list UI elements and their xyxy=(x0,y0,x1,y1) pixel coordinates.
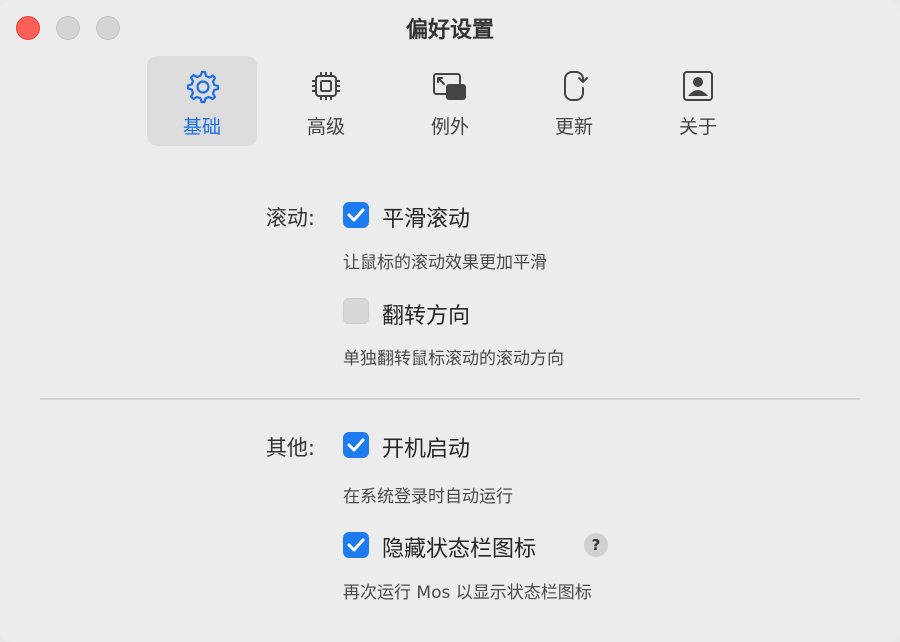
gear-icon xyxy=(186,70,220,104)
launch-at-login-desc: 在系统登录时自动运行 xyxy=(343,487,513,507)
reverse-direction-label[interactable]: 翻转方向 xyxy=(382,298,470,330)
checkmark-icon xyxy=(347,208,365,222)
checkmark-icon xyxy=(347,438,365,452)
tab-update[interactable]: 更新 xyxy=(519,56,629,146)
tab-about[interactable]: 关于 xyxy=(643,56,753,146)
cpu-icon xyxy=(312,72,340,100)
tab-update-label: 更新 xyxy=(554,116,593,138)
reverse-direction-checkbox[interactable] xyxy=(343,298,369,324)
person-icon xyxy=(683,71,713,101)
preferences-toolbar: 基础 高级 例外 更新 关于 xyxy=(0,56,900,146)
window-title: 偏好设置 xyxy=(405,18,494,43)
launch-at-login-label[interactable]: 开机启动 xyxy=(382,431,470,463)
hide-status-icon-checkbox[interactable] xyxy=(343,532,369,558)
help-button[interactable]: ? xyxy=(584,533,608,557)
hide-status-icon-desc: 再次运行 Mos 以显示状态栏图标 xyxy=(343,583,592,603)
smooth-scroll-checkbox[interactable] xyxy=(343,202,369,228)
tab-exceptions-label: 例外 xyxy=(430,116,469,138)
checkmark-icon xyxy=(347,538,365,552)
smooth-scroll-desc: 让鼠标的滚动效果更加平滑 xyxy=(343,253,547,273)
hide-status-icon-label[interactable]: 隐藏状态栏图标 xyxy=(382,531,536,563)
tab-basic-label: 基础 xyxy=(182,116,221,138)
smooth-scroll-label[interactable]: 平滑滚动 xyxy=(382,201,470,233)
launch-at-login-checkbox[interactable] xyxy=(343,432,369,458)
update-icon xyxy=(564,71,588,101)
tab-advanced-label: 高级 xyxy=(306,116,345,138)
other-group-label: 其他: xyxy=(265,436,315,460)
section-divider xyxy=(40,398,860,400)
tab-exceptions[interactable]: 例外 xyxy=(395,56,505,146)
reverse-direction-desc: 单独翻转鼠标滚动的滚动方向 xyxy=(343,349,564,369)
tab-about-label: 关于 xyxy=(678,116,717,138)
tab-advanced[interactable]: 高级 xyxy=(271,56,381,146)
exception-window-icon xyxy=(433,73,466,100)
scroll-group-label: 滚动: xyxy=(265,206,315,230)
tab-basic[interactable]: 基础 xyxy=(147,56,257,146)
preferences-window: 偏好设置 基础 高级 例外 更新 关于 滚动: 平滑滚动 让鼠标的滚动效果更加平… xyxy=(0,0,900,642)
